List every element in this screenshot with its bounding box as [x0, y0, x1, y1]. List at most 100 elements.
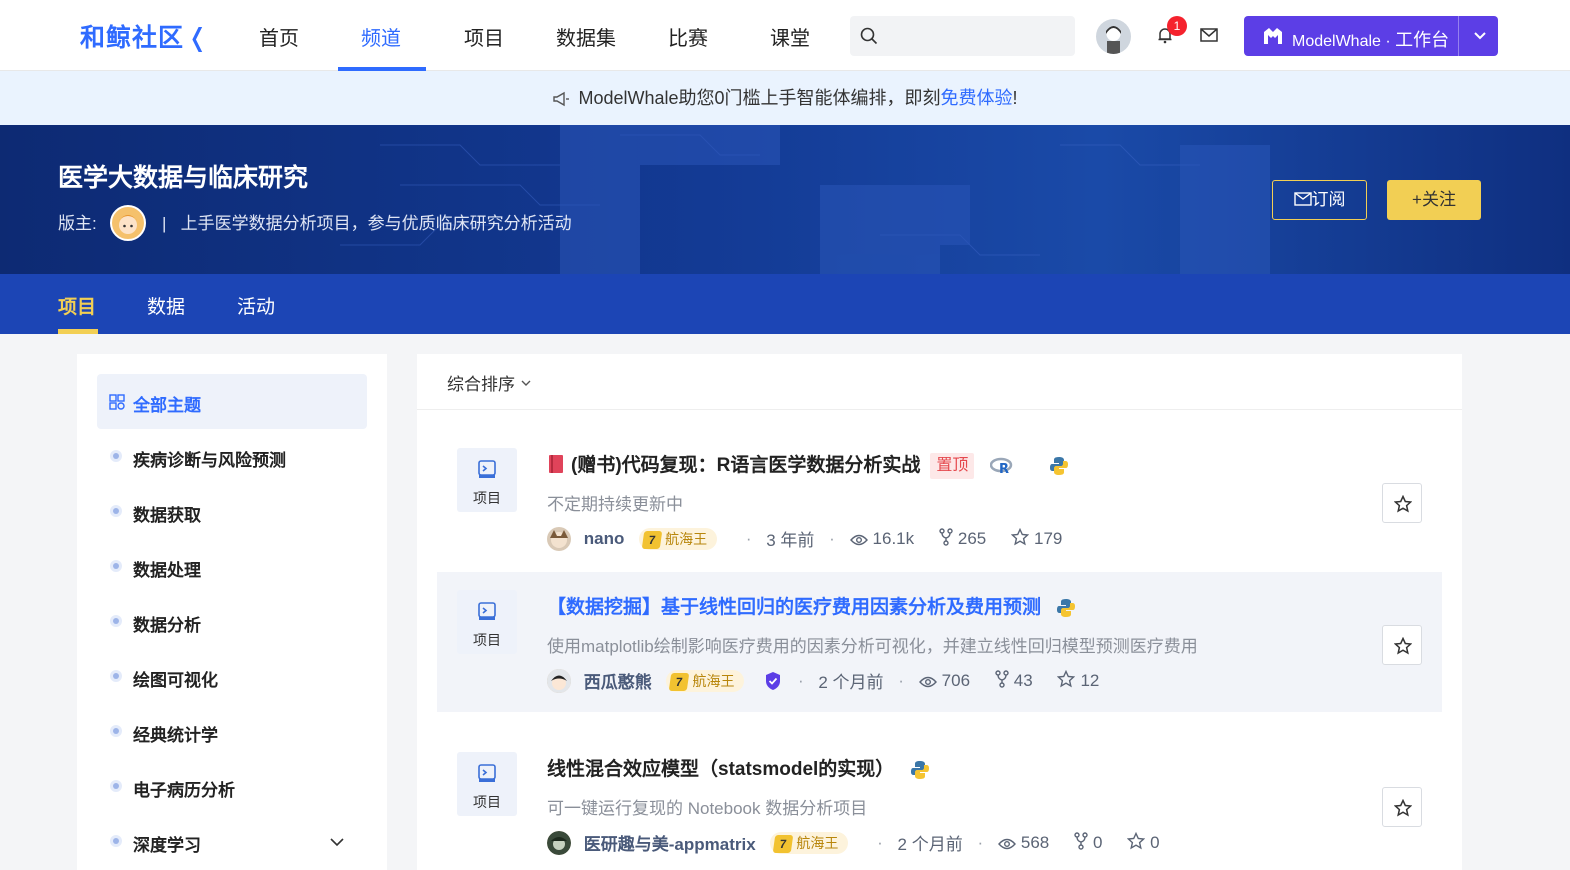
r-icon: R	[989, 457, 1012, 475]
nav-item-datasets[interactable]: 数据集	[556, 22, 616, 51]
tab-active-indicator	[58, 329, 98, 334]
star-icon	[1126, 831, 1146, 850]
sidebar-item-data-analysis[interactable]: 数据分析	[97, 594, 367, 649]
author-name[interactable]: 医研趣与美-appmatrix	[584, 830, 756, 855]
project-title[interactable]: 【数据挖掘】基于线性回归的医疗费用因素分析及费用预测	[547, 592, 1076, 619]
workbench-label: ModelWhale · 工作台	[1292, 30, 1450, 50]
nav-item-home[interactable]: 首页	[259, 22, 299, 51]
tab-projects[interactable]: 项目	[58, 292, 96, 319]
radio-dot-icon	[110, 780, 122, 792]
project-card[interactable]: 项目 【数据挖掘】基于线性回归的医疗费用因素分析及费用预测 使用matplotl…	[437, 572, 1442, 712]
eye-icon	[918, 676, 937, 687]
channel-description: | 上手医学数据分析项目，参与优质临床研究分析活动	[162, 209, 572, 234]
user-avatar[interactable]	[1096, 19, 1131, 54]
star-button[interactable]	[1382, 483, 1422, 523]
user-avatar-icon	[1106, 26, 1121, 54]
radio-dot-icon	[110, 560, 122, 572]
project-type-tag: 项目	[457, 752, 517, 816]
free-trial-link[interactable]: 免费体验	[941, 88, 1013, 108]
eye-icon	[849, 534, 868, 545]
python-icon	[1049, 456, 1068, 475]
meta-separator: ·	[877, 832, 883, 852]
channel-description-text: 上手医学数据分析项目，参与优质临床研究分析活动	[180, 214, 572, 233]
fork-icon	[1074, 832, 1088, 850]
project-time: 2 个月前	[897, 835, 963, 854]
mail-icon[interactable]	[1200, 28, 1218, 42]
meta-separator: ·	[977, 832, 984, 852]
notebook-icon	[478, 602, 496, 620]
sidebar-item-all-topics[interactable]: 全部主题	[97, 374, 367, 429]
project-title[interactable]: (赠书)代码复现：R语言医学数据分析实战 置顶 R	[547, 450, 1069, 479]
sidebar-item-data-processing[interactable]: 数据处理	[97, 539, 367, 594]
radio-dot-icon	[110, 450, 122, 462]
radio-dot-icon	[110, 505, 122, 517]
nav-item-classroom[interactable]: 课堂	[770, 22, 810, 51]
sidebar-item-visualization[interactable]: 绘图可视化	[97, 649, 367, 704]
svg-text:R: R	[999, 462, 1009, 475]
fork-icon	[939, 528, 953, 546]
notebook-icon	[478, 460, 496, 478]
project-list: 综合排序 项目 (赠书)代码复现：R语言医学数据分析实战 置顶 R 不定期持续更新…	[417, 354, 1462, 870]
radio-dot-icon	[110, 615, 122, 627]
stars-count: 0	[1126, 831, 1160, 853]
announcement-suffix: !	[1012, 88, 1018, 108]
sidebar-item-emr-analysis[interactable]: 电子病历分析	[97, 759, 367, 814]
fork-icon	[995, 670, 1009, 688]
search-icon	[860, 27, 878, 45]
nav-item-channel[interactable]: 频道	[361, 22, 401, 51]
star-icon	[1010, 527, 1030, 546]
meta-separator: ·	[829, 528, 835, 548]
project-title[interactable]: 线性混合效应模型（statsmodel的实现）	[547, 754, 930, 781]
author-name[interactable]: 西瓜憨熊	[584, 668, 652, 693]
python-icon	[1057, 598, 1076, 617]
nav-item-projects[interactable]: 项目	[464, 22, 504, 51]
channel-banner: 医学大数据与临床研究 版主: | 上手医学数据分析项目，参与优质临床研究分析活动…	[0, 125, 1570, 274]
tab-activities[interactable]: 活动	[237, 292, 275, 319]
moderator-label: 版主:	[58, 214, 97, 233]
star-button[interactable]	[1382, 787, 1422, 827]
sidebar-item-deep-learning[interactable]: 深度学习	[97, 814, 367, 869]
sort-dropdown[interactable]: 综合排序	[447, 370, 532, 395]
author-name[interactable]: nano	[584, 529, 625, 549]
sidebar-item-diagnosis[interactable]: 疾病诊断与风险预测	[97, 429, 367, 484]
site-logo[interactable]: 和鲸社区 ❬	[80, 18, 209, 54]
radio-dot-icon	[110, 835, 122, 847]
subscribe-button[interactable]: 订阅	[1272, 180, 1367, 220]
follow-button[interactable]: +关注	[1387, 180, 1481, 220]
stars-count: 12	[1057, 669, 1099, 691]
verified-icon	[766, 671, 781, 690]
author-avatar[interactable]	[547, 668, 571, 693]
star-button[interactable]	[1382, 625, 1422, 665]
description-separator: |	[162, 214, 167, 233]
sidebar-item-data-acquisition[interactable]: 数据获取	[97, 484, 367, 539]
author-avatar[interactable]	[547, 526, 571, 551]
rank-badge: 7 航海王	[666, 669, 745, 692]
project-card[interactable]: 项目 线性混合效应模型（statsmodel的实现） 可一键运行复现的 Note…	[437, 734, 1442, 870]
rank-badge: 7 航海王	[770, 831, 849, 854]
tab-data[interactable]: 数据	[147, 292, 185, 319]
chevron-down-icon[interactable]	[1472, 28, 1488, 44]
project-time: 2 个月前	[818, 673, 884, 692]
modelwhale-logo-icon	[1264, 28, 1282, 44]
forks-count: 0	[1074, 832, 1102, 853]
project-card[interactable]: 项目 (赠书)代码复现：R语言医学数据分析实战 置顶 R 不定期持续更新中 nan…	[437, 430, 1442, 570]
meta-separator: ·	[745, 528, 752, 548]
forks-count: 265	[939, 528, 986, 549]
meta-separator: ·	[797, 670, 804, 690]
workbench-button[interactable]: ModelWhale · 工作台	[1244, 16, 1498, 56]
author-avatar[interactable]	[547, 830, 571, 855]
chevron-down-icon[interactable]	[329, 834, 345, 850]
project-description: 不定期持续更新中	[547, 495, 683, 514]
rank-badge: 7 航海王	[639, 527, 718, 550]
stars-count: 179	[1010, 527, 1062, 549]
search-input[interactable]	[850, 16, 1075, 56]
author-avatar-icon	[547, 830, 571, 855]
author-avatar-icon	[547, 668, 571, 693]
python-icon	[910, 760, 929, 779]
channel-tabs: 项目 数据 活动	[0, 274, 1570, 334]
star-icon	[1057, 669, 1076, 688]
sidebar-item-statistics[interactable]: 经典统计学	[97, 704, 367, 759]
star-icon	[1394, 637, 1412, 655]
moderator-avatar[interactable]	[110, 205, 146, 241]
nav-item-competitions[interactable]: 比赛	[668, 22, 708, 51]
